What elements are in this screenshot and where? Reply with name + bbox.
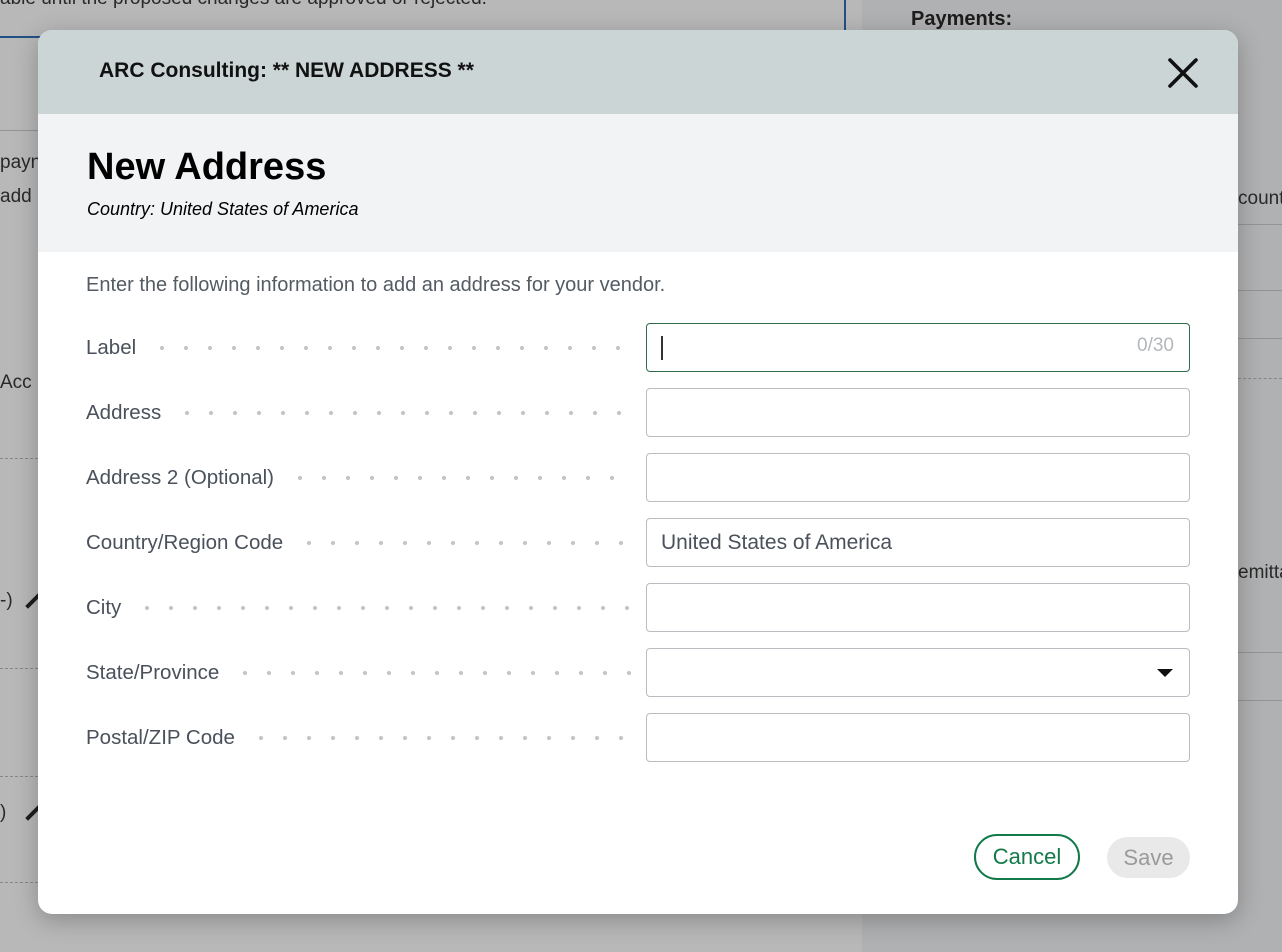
close-button[interactable] <box>1164 54 1202 92</box>
address-field-label: Address <box>86 401 162 424</box>
dotted-leader <box>175 411 632 415</box>
form-row-state: State/Province <box>86 648 1190 698</box>
country-input[interactable] <box>646 518 1190 567</box>
dotted-leader <box>248 736 632 740</box>
page-title: New Address <box>87 146 327 188</box>
address2-input[interactable] <box>646 453 1190 502</box>
form-row-city: City <box>86 583 1190 633</box>
form-row-address: Address <box>86 388 1190 438</box>
dotted-leader <box>233 671 632 675</box>
address-input[interactable] <box>646 388 1190 437</box>
country-subtitle: Country: United States of America <box>87 199 359 219</box>
new-address-dialog: ARC Consulting: ** NEW ADDRESS ** New Ad… <box>38 30 1238 914</box>
form-instructions: Enter the following information to add a… <box>86 274 666 296</box>
dialog-header: ARC Consulting: ** NEW ADDRESS ** <box>38 30 1238 114</box>
chevron-down-icon <box>1157 669 1173 677</box>
cancel-button[interactable]: Cancel <box>974 834 1080 880</box>
state-select[interactable] <box>646 648 1190 697</box>
form-row-label: Label 0/30 <box>86 323 1190 373</box>
postal-input[interactable] <box>646 713 1190 762</box>
dotted-leader <box>297 541 632 545</box>
dotted-leader <box>150 346 632 350</box>
city-field-label: City <box>86 596 122 619</box>
character-counter: 0/30 <box>1137 335 1174 356</box>
label-input[interactable] <box>646 323 1190 372</box>
address2-field-label: Address 2 (Optional) <box>86 466 275 489</box>
label-field-label: Label <box>86 336 137 359</box>
dotted-leader <box>288 476 632 480</box>
dialog-subheader: New Address Country: United States of Am… <box>38 114 1238 252</box>
text-cursor <box>661 336 663 360</box>
save-button[interactable]: Save <box>1107 837 1190 878</box>
country-field-label: Country/Region Code <box>86 531 284 554</box>
city-input[interactable] <box>646 583 1190 632</box>
dialog-header-title: ARC Consulting: ** NEW ADDRESS ** <box>99 59 474 82</box>
form-row-country: Country/Region Code <box>86 518 1190 568</box>
state-field-label: State/Province <box>86 661 220 684</box>
form-row-postal: Postal/ZIP Code <box>86 713 1190 763</box>
form-row-address2: Address 2 (Optional) <box>86 453 1190 503</box>
close-icon <box>1168 58 1198 88</box>
postal-field-label: Postal/ZIP Code <box>86 726 235 749</box>
dotted-leader <box>135 606 632 610</box>
